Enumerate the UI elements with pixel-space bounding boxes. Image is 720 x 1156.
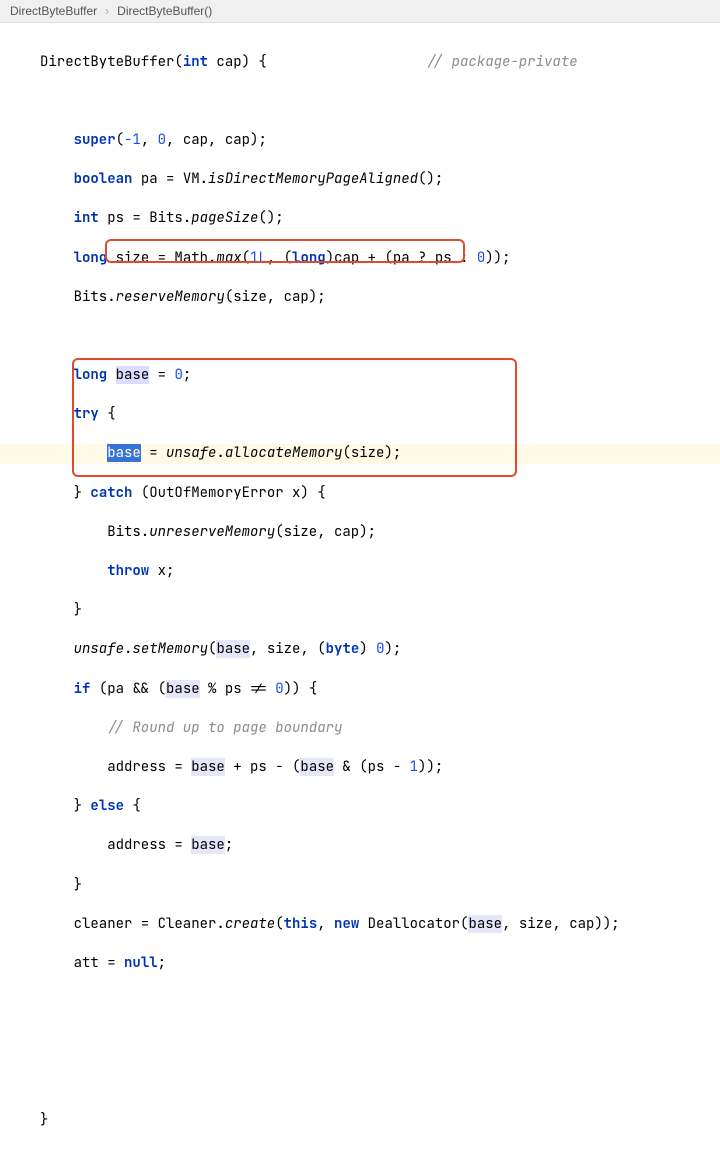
code-line-current: base = unsafe.allocateMemory(size);: [40, 444, 720, 464]
code-line: boolean pa = VM.isDirectMemoryPageAligne…: [40, 170, 720, 190]
chevron-right-icon: ›: [105, 4, 109, 18]
code-line: long size = Math.max(1L, (long)cap + (pa…: [40, 249, 720, 269]
selection: base: [107, 444, 141, 462]
code-line: }: [40, 876, 720, 896]
code-line: [40, 327, 720, 347]
code-line: Bits.reserveMemory(size, cap);: [40, 288, 720, 308]
code-line: [40, 1071, 720, 1091]
code-line: throw x;: [40, 562, 720, 582]
code-line: long base = 0;: [40, 366, 720, 386]
code-line: att = null;: [40, 954, 720, 974]
code-line: } catch (OutOfMemoryError x) {: [40, 484, 720, 504]
code-line: address = base + ps - (base & (ps - 1));: [40, 758, 720, 778]
code-line: if (pa && (base % ps != 0)) {: [40, 680, 720, 700]
code-line: try {: [40, 405, 720, 425]
code-line: address = base;: [40, 836, 720, 856]
code-line: int ps = Bits.pageSize();: [40, 209, 720, 229]
code-line: cleaner = Cleaner.create(this, new Deall…: [40, 915, 720, 935]
breadcrumb[interactable]: DirectByteBuffer › DirectByteBuffer(): [0, 0, 720, 23]
code-line: super(-1, 0, cap, cap);: [40, 131, 720, 151]
code-line: }: [40, 601, 720, 621]
code-line: [40, 92, 720, 112]
code-line: Bits.unreserveMemory(size, cap);: [40, 523, 720, 543]
code-line: }: [40, 1111, 720, 1131]
code-line: } else {: [40, 797, 720, 817]
code-line: DirectByteBuffer(int cap) { // package-p…: [40, 53, 720, 73]
code-line: [40, 993, 720, 1013]
code-line: // Round up to page boundary: [40, 719, 720, 739]
code-editor[interactable]: DirectByteBuffer(int cap) { // package-p…: [0, 23, 720, 1156]
breadcrumb-item-class[interactable]: DirectByteBuffer: [10, 4, 97, 18]
code-line: unsafe.setMemory(base, size, (byte) 0);: [40, 640, 720, 660]
breadcrumb-item-method[interactable]: DirectByteBuffer(): [117, 4, 212, 18]
code-line: [40, 1032, 720, 1052]
